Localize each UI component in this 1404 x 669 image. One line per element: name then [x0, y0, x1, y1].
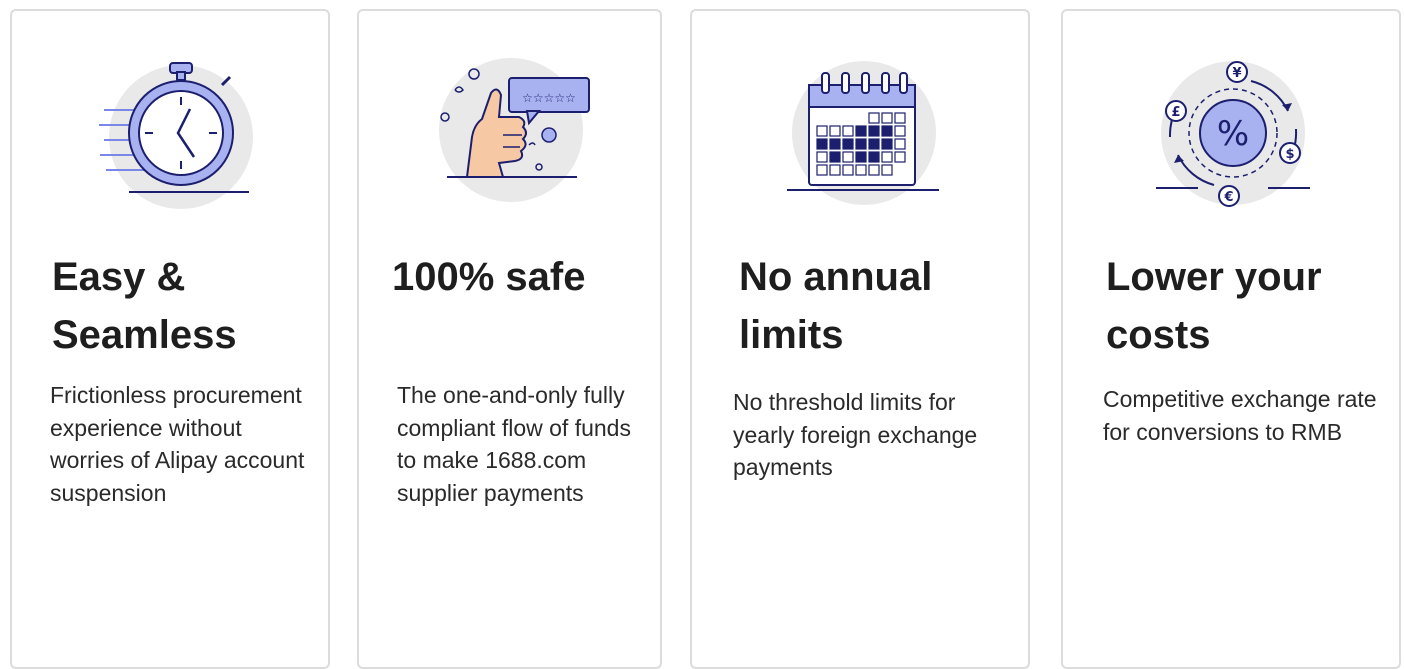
card-title: Easy & Seamless: [52, 255, 237, 357]
calendar-icon: [787, 61, 939, 205]
svg-text:☆☆☆☆☆: ☆☆☆☆☆: [522, 91, 576, 105]
card-title: Lower your costs: [1106, 255, 1322, 357]
feature-card-lower-costs: % ¥ £ $ € Lower your costs Competitive e…: [1061, 9, 1401, 669]
yen-glyph: ¥: [1232, 66, 1241, 81]
currency-exchange-icon-wrap: % ¥ £ $ €: [1063, 45, 1399, 215]
dollar-glyph: $: [1285, 147, 1294, 162]
card-description: Frictionless procurement experience with…: [50, 382, 305, 506]
card-description: No threshold limits for yearly foreign e…: [733, 389, 978, 480]
stopwatch-icon-wrap: [12, 45, 328, 215]
thumbs-up-rating-icon-wrap: ☆☆☆☆☆: [359, 45, 660, 215]
card-title: No annual limits: [739, 255, 933, 357]
euro-glyph: €: [1223, 190, 1233, 205]
feature-card-100-safe: ☆☆☆☆☆ 100% safe The one-and-only fully c…: [357, 9, 662, 669]
stopwatch-icon: [99, 62, 253, 209]
pound-glyph: £: [1171, 105, 1180, 120]
card-description: Competitive exchange rate for conversion…: [1103, 386, 1377, 445]
calendar-icon-wrap: [692, 45, 1028, 215]
feature-card-no-annual-limits: No annual limits No threshold limits for…: [690, 9, 1030, 669]
percent-glyph: %: [1217, 114, 1249, 154]
card-title: 100% safe: [392, 255, 586, 299]
currency-exchange-icon: % ¥ £ $ €: [1156, 61, 1310, 207]
card-description: The one-and-only fully compliant flow of…: [397, 382, 631, 506]
thumbs-up-rating-icon: ☆☆☆☆☆: [439, 58, 590, 202]
feature-card-easy-seamless: Easy & Seamless Frictionless procurement…: [10, 9, 330, 669]
